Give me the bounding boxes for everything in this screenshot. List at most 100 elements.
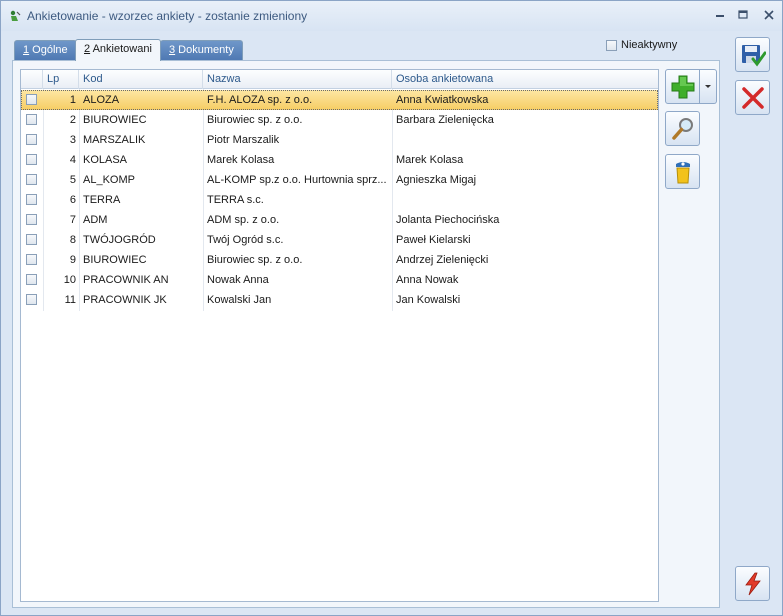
cell-nazwa: F.H. ALOZA sp. z o.o. [207,94,313,106]
tab-ankietowani[interactable]: 2 Ankietowani [75,39,161,61]
inactive-checkbox[interactable]: Nieaktywny [606,39,677,51]
header-select[interactable] [21,70,43,89]
tab-dokumenty[interactable]: 3 Dokumenty [160,40,243,60]
cell-osoba: Marek Kolasa [396,154,464,166]
tab-ankietowani-label: Ankietowani [90,43,152,55]
header-osoba[interactable]: Osoba ankietowana [392,70,658,89]
minimize-button[interactable] [711,7,729,23]
cell-lp: 11 [64,294,76,306]
table-row[interactable]: 10 PRACOWNIK AN Nowak Anna Anna Nowak [21,270,658,290]
cell-lp: 2 [69,114,76,126]
cell-lp: 3 [69,134,76,146]
row-checkbox[interactable] [26,134,37,145]
cell-osoba: Paweł Kielarski [396,234,471,246]
cancel-icon [742,87,764,109]
cell-kod: AL_KOMP [83,174,135,186]
cell-kod: ALOZA [83,94,120,106]
row-checkbox-cell[interactable] [21,250,43,270]
row-checkbox[interactable] [26,194,37,205]
dialog-window: Ankietowanie - wzorzec ankiety - zostani… [0,0,783,616]
cell-lp: 6 [69,194,76,206]
cell-lp: 5 [69,174,76,186]
maximize-icon [738,10,748,19]
row-checkbox-cell[interactable] [21,270,43,290]
table-row[interactable]: 3 MARSZALIK Piotr Marszalik [21,130,658,150]
grid-header: Lp Kod Nazwa Osoba ankietowana [21,70,658,89]
cell-nazwa: AL-KOMP sp.z o.o. Hurtownia sprz... [207,174,387,186]
row-checkbox-cell[interactable] [21,170,43,190]
cell-osoba: Jolanta Piechocińska [396,214,500,226]
cell-osoba: Andrzej Zielenięcki [396,254,489,266]
plus-icon [671,75,695,99]
table-row[interactable]: 4 KOLASA Marek Kolasa Marek Kolasa [21,150,658,170]
table-row[interactable]: 9 BIUROWIEC Biurowiec sp. z o.o. Andrzej Zi… [21,250,658,270]
save-icon [742,45,766,67]
row-checkbox-cell[interactable] [21,110,43,130]
cell-kod: PRACOWNIK AN [83,274,169,286]
lightning-icon [745,572,761,596]
cell-nazwa: Kowalski Jan [207,294,272,306]
header-lp[interactable]: Lp [43,70,79,89]
tab-ogolne-label: Ogólne [29,44,68,56]
row-checkbox-cell[interactable] [21,290,43,310]
save-button[interactable] [735,37,770,72]
header-kod[interactable]: Kod [79,70,203,89]
cell-kod: PRACOWNIK JK [83,294,167,306]
cell-osoba: Barbara Zielenięcka [396,114,494,126]
row-checkbox[interactable] [26,234,37,245]
row-checkbox[interactable] [26,94,37,105]
action-button[interactable] [735,566,770,601]
window-title: Ankietowanie - wzorzec ankiety - zostani… [27,9,308,23]
minimize-icon [716,15,724,17]
cell-nazwa: Biurowiec sp. z o.o. [207,254,303,266]
row-checkbox-cell[interactable] [21,90,43,110]
cancel-button[interactable] [735,80,770,115]
cell-osoba: Agnieszka Migaj [396,174,477,186]
row-checkbox[interactable] [26,154,37,165]
cell-lp: 9 [69,254,76,266]
cell-kod: BIUROWIEC [83,254,147,266]
cell-lp: 1 [69,94,76,106]
table-row[interactable]: 7 ADM ADM sp. z o.o. Jolanta Piechocińska [21,210,658,230]
delete-button[interactable] [665,154,700,189]
row-checkbox[interactable] [26,274,37,285]
add-button[interactable] [665,69,700,104]
cell-lp: 8 [69,234,76,246]
close-button[interactable] [760,7,778,23]
row-checkbox[interactable] [26,294,37,305]
row-checkbox-cell[interactable] [21,130,43,150]
cell-kod: TERRA [83,194,121,206]
cell-nazwa: ADM sp. z o.o. [207,214,280,226]
maximize-button[interactable] [734,7,752,23]
table-row[interactable]: 11 PRACOWNIK JK Kowalski Jan Jan Kowalski [21,290,658,310]
chevron-down-icon [705,85,711,88]
add-options-dropdown[interactable] [700,69,717,104]
row-checkbox-cell[interactable] [21,230,43,250]
cell-kod: KOLASA [83,154,128,166]
row-checkbox-cell[interactable] [21,150,43,170]
table-row[interactable]: 2 BIUROWIEC Biurowiec sp. z o.o. Barbara Zi… [21,110,658,130]
row-checkbox-cell[interactable] [21,210,43,230]
cell-nazwa: Nowak Anna [207,274,269,286]
cell-lp: 10 [63,274,76,286]
cell-kod: MARSZALIK [83,134,146,146]
row-checkbox[interactable] [26,254,37,265]
respondents-grid[interactable]: Lp Kod Nazwa Osoba ankietowana 1 ALOZA F.H… [20,69,659,602]
row-checkbox[interactable] [26,214,37,225]
table-row[interactable]: 5 AL_KOMP AL-KOMP sp.z o.o. Hurtownia sprz… [21,170,658,190]
header-nazwa[interactable]: Nazwa [203,70,392,89]
cell-nazwa: Biurowiec sp. z o.o. [207,114,303,126]
row-checkbox[interactable] [26,174,37,185]
cell-lp: 7 [69,214,76,226]
cell-nazwa: Marek Kolasa [207,154,275,166]
cell-kod: TWÓJOGRÓD [83,234,156,246]
inactive-checkbox-box[interactable] [606,39,617,51]
table-row[interactable]: 1 ALOZA F.H. ALOZA sp. z o.o. Anna Kwiatkow… [21,90,658,110]
view-button[interactable] [665,111,700,146]
close-icon [764,10,774,20]
row-checkbox-cell[interactable] [21,190,43,210]
table-row[interactable]: 6 TERRA TERRA s.c. [21,190,658,210]
table-row[interactable]: 8 TWÓJOGRÓD Twój Ogród s.c. Paweł Kielarski [21,230,658,250]
row-checkbox[interactable] [26,114,37,125]
tab-ogolne[interactable]: 1 Ogólne [14,40,77,60]
